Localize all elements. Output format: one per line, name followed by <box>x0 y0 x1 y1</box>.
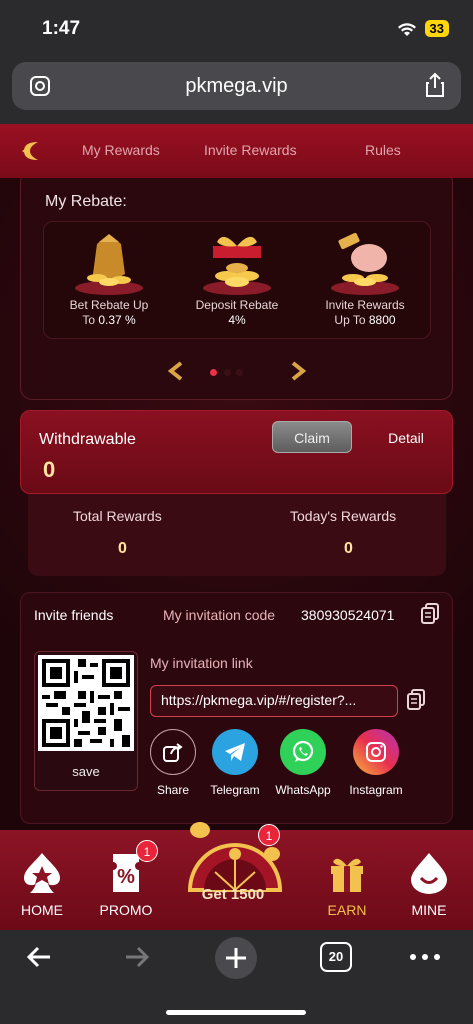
withdrawable-label: Withdrawable <box>39 431 136 448</box>
tab-rules[interactable]: Rules <box>365 142 401 158</box>
piggy-bank-icon <box>331 232 399 295</box>
copy-link-icon[interactable] <box>406 689 426 711</box>
chevron-right-icon[interactable] <box>289 361 307 381</box>
gift-box-icon <box>203 236 271 295</box>
invitation-code-label: My invitation code <box>163 607 276 623</box>
nav-mine[interactable]: MINE <box>389 850 469 918</box>
nav-promo-label: PROMO <box>99 902 153 918</box>
carousel-dot[interactable] <box>236 369 243 376</box>
save-qr-button[interactable]: save <box>35 764 137 779</box>
rebate-carousel: Bet Rebate Up To 0.37 % Deposit Rebate 4% … <box>43 221 431 339</box>
back-icon[interactable] <box>18 138 44 164</box>
rebate-item-bet[interactable]: Bet Rebate Up To 0.37 % <box>44 226 174 328</box>
invitation-code: 380930524071 <box>301 607 395 623</box>
carousel-dot[interactable] <box>224 369 231 376</box>
tabs-button[interactable]: 20 <box>320 942 352 972</box>
battery-indicator: 33 <box>424 20 449 37</box>
svg-text:%: % <box>117 866 135 888</box>
nav-earn-label: EARN <box>327 902 367 918</box>
nav-earn[interactable]: EARN <box>307 850 387 918</box>
tab-my-rewards[interactable]: My Rewards <box>82 142 160 158</box>
withdrawable-value: 0 <box>43 457 56 482</box>
status-icons: 33 <box>397 20 449 37</box>
nav-promo[interactable]: % PROMO <box>86 850 166 918</box>
rebate-label: Deposit Rebate 4% <box>195 298 279 327</box>
whatsapp-share-button[interactable]: WhatsApp <box>267 729 339 797</box>
coin-bag-icon <box>75 234 143 295</box>
withdrawable-card: Withdrawable 0 Claim Detail <box>20 410 453 494</box>
total-rewards-label: Total Rewards <box>73 508 162 524</box>
carousel-dot-active[interactable] <box>210 369 217 376</box>
instagram-icon <box>353 729 399 775</box>
tab-count: 20 <box>328 949 344 964</box>
app-header: My Rewards Invite Rewards Rules <box>0 124 473 178</box>
status-bar: 1:47 33 <box>0 0 473 56</box>
bottom-nav: HOME % PROMO 1 Get 1500 1 EARN MINE <box>0 822 473 930</box>
rebate-item-invite[interactable]: Invite Rewards Up To 8800 <box>300 226 430 328</box>
telegram-share-button[interactable]: Telegram <box>199 729 271 797</box>
wifi-icon <box>397 22 416 36</box>
invite-card: Invite friends My invitation code 380930… <box>20 592 453 824</box>
chevron-left-icon[interactable] <box>167 361 185 381</box>
browser-toolbar: 20 <box>0 930 473 1024</box>
user-drop-icon <box>411 853 447 894</box>
browser-forward-icon[interactable] <box>122 942 152 972</box>
status-time: 1:47 <box>42 18 81 39</box>
bonus-badge: 1 <box>258 824 280 846</box>
get-bonus-button[interactable]: Get 1500 <box>178 886 288 903</box>
rebate-item-deposit[interactable]: Deposit Rebate 4% <box>172 226 302 328</box>
whatsapp-icon <box>280 729 326 775</box>
more-icon[interactable] <box>408 942 442 972</box>
share-icon[interactable] <box>423 72 447 98</box>
rebate-label: Invite Rewards Up To 8800 <box>325 298 405 327</box>
whatsapp-label: WhatsApp <box>275 783 331 797</box>
new-tab-icon[interactable] <box>214 936 258 980</box>
rewards-totals: Total Rewards Today's Rewards 0 0 <box>28 494 446 576</box>
qr-code-image <box>38 655 134 751</box>
rebate-label: Bet Rebate Up To 0.37 % <box>69 298 149 327</box>
invite-title: Invite friends <box>34 607 114 623</box>
home-spade-icon <box>24 853 60 893</box>
rewards-content: My Rebate: Bet Rebate Up To 0.37 % Deposi… <box>0 178 473 830</box>
nav-home-label: HOME <box>21 902 63 918</box>
rebate-card: My Rebate: Bet Rebate Up To 0.37 % Deposi… <box>20 178 453 400</box>
nav-mine-label: MINE <box>411 902 447 918</box>
invitation-link-label: My invitation link <box>150 655 253 671</box>
browser-url-area: pkmega.vip <box>0 56 473 124</box>
total-rewards-value: 0 <box>118 540 127 557</box>
browser-back-icon[interactable] <box>24 942 54 972</box>
url-text[interactable]: pkmega.vip <box>12 75 461 98</box>
home-indicator <box>166 1010 306 1015</box>
todays-rewards-value: 0 <box>344 540 353 557</box>
invitation-link-field[interactable]: https://pkmega.vip/#/register?... <box>150 685 398 717</box>
telegram-label: Telegram <box>210 783 260 797</box>
detail-button[interactable]: Detail <box>366 423 446 453</box>
instagram-share-button[interactable]: Instagram <box>340 729 412 797</box>
telegram-icon <box>212 729 258 775</box>
nav-home[interactable]: HOME <box>2 850 82 918</box>
claim-button[interactable]: Claim <box>272 421 352 453</box>
share-icon <box>150 729 196 775</box>
rebate-title: My Rebate: <box>45 193 127 210</box>
gift-icon <box>331 858 363 892</box>
copy-code-icon[interactable] <box>420 603 440 625</box>
tab-invite-rewards[interactable]: Invite Rewards <box>204 142 297 158</box>
url-bar[interactable]: pkmega.vip <box>12 62 461 110</box>
instagram-label: Instagram <box>349 783 403 797</box>
qr-code-card[interactable]: save <box>34 651 138 791</box>
todays-rewards-label: Today's Rewards <box>290 508 397 524</box>
promo-badge: 1 <box>136 840 158 862</box>
